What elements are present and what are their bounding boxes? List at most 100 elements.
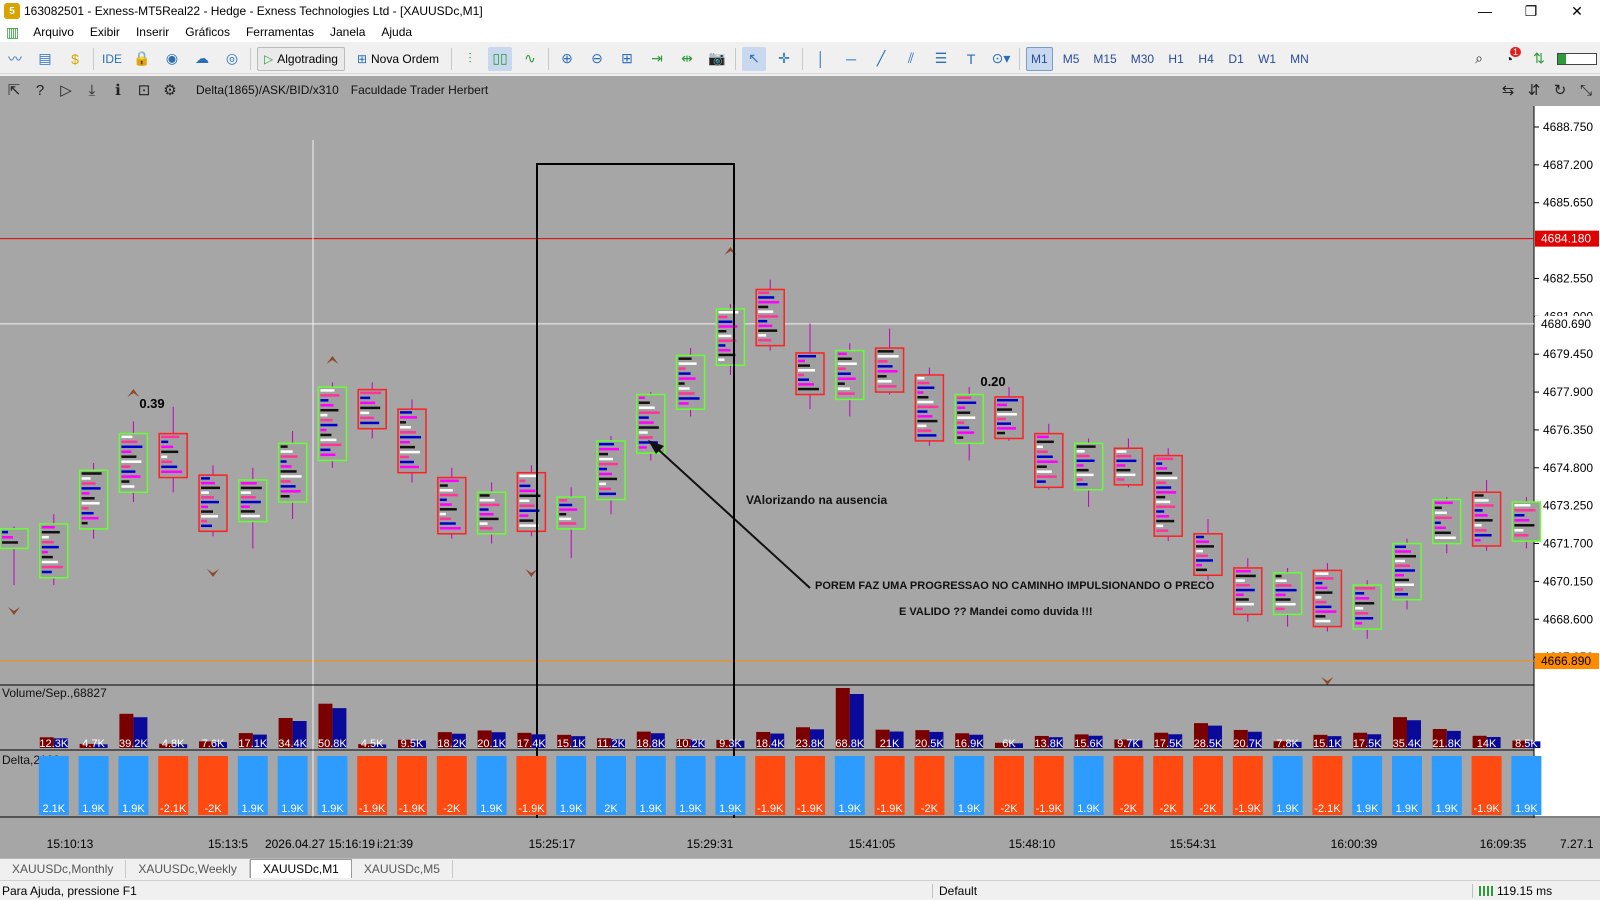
candle[interactable] (238, 467, 268, 549)
minimize-button[interactable]: — (1462, 0, 1508, 22)
line-mode-icon[interactable]: ∿ (518, 47, 542, 71)
tf-h1[interactable]: H1 (1164, 47, 1188, 71)
cloud-icon[interactable]: ☁ (190, 47, 214, 71)
dollar-icon[interactable]: $ (63, 47, 87, 71)
candle[interactable] (1113, 438, 1144, 488)
zoom-in-icon[interactable]: ⊕ (555, 47, 579, 71)
chart-type-icon[interactable]: ▤ (33, 47, 57, 71)
annotation-arrow[interactable] (649, 441, 811, 589)
screenshot-icon[interactable]: 📷 (705, 47, 729, 71)
lock-icon[interactable]: 🔒 (130, 47, 154, 71)
fibonacci-icon[interactable]: ☰ (929, 47, 953, 71)
candle[interactable] (78, 462, 109, 539)
menu-ajuda[interactable]: Ajuda (373, 25, 420, 39)
line-chart-icon[interactable]: 〰 (3, 47, 27, 71)
chart-grid-icon[interactable]: ▥ (6, 24, 19, 41)
candle[interactable] (835, 343, 865, 417)
tab-monthly[interactable]: XAUUSDc,Monthly (0, 860, 127, 878)
cursor-icon[interactable]: ↖ (742, 46, 767, 71)
tf-m5[interactable]: M5 (1059, 47, 1084, 71)
candle[interactable] (437, 467, 467, 539)
tf-m30[interactable]: M30 (1127, 47, 1158, 71)
candle[interactable] (1034, 423, 1064, 490)
auto-scroll-icon[interactable]: ⇥ (645, 47, 669, 71)
connection-icon[interactable]: ⇅ (1527, 47, 1551, 71)
vertical-line-icon[interactable]: │ (809, 47, 833, 71)
signal-icon[interactable]: ◉ (160, 47, 184, 71)
bar-chart-icon[interactable]: ⫶ (458, 47, 482, 71)
candle[interactable] (1272, 567, 1303, 627)
candle[interactable] (1073, 438, 1104, 507)
candle[interactable] (874, 328, 905, 395)
tf-m15[interactable]: M15 (1089, 47, 1120, 71)
menu-graficos[interactable]: Gráficos (177, 25, 238, 39)
candle[interactable] (1153, 448, 1183, 542)
status-profile[interactable]: Default (932, 883, 1472, 898)
channel-icon[interactable]: ⫽ (899, 47, 923, 71)
restore-button[interactable]: ❐ (1508, 0, 1554, 22)
tf-m1[interactable]: M1 (1026, 46, 1053, 71)
candle[interactable] (675, 348, 706, 417)
tf-d1[interactable]: D1 (1224, 47, 1248, 71)
tile-windows-icon[interactable]: ⊞ (615, 47, 639, 71)
candle[interactable] (118, 421, 149, 502)
candle[interactable] (914, 367, 945, 446)
status-ping[interactable]: 119.15 ms (1472, 883, 1552, 898)
tf-h4[interactable]: H4 (1194, 47, 1218, 71)
candle[interactable] (39, 514, 69, 586)
chart-shift-icon[interactable]: ⇹ (675, 47, 699, 71)
candle[interactable] (397, 399, 427, 483)
candle[interactable] (1432, 497, 1462, 554)
ide-button[interactable]: IDE (100, 47, 124, 71)
close-button[interactable]: ✕ (1554, 0, 1600, 22)
annotation-note-3: E VALIDO ?? Mandei como duvida !!! (899, 606, 1093, 618)
tab-m1[interactable]: XAUUSDc,M1 (249, 859, 352, 878)
candle[interactable] (516, 465, 547, 537)
candle[interactable] (317, 382, 348, 468)
candle[interactable] (1193, 519, 1223, 581)
candle[interactable] (198, 465, 228, 537)
candle[interactable] (755, 279, 785, 351)
candle[interactable] (357, 382, 387, 439)
price-chart[interactable]: 4688.7504687.2004685.6504682.5504681.000… (0, 76, 1600, 858)
menu-arquivo[interactable]: Arquivo (25, 25, 82, 39)
candle[interactable] (1511, 497, 1542, 549)
candle[interactable] (1233, 558, 1263, 622)
candle[interactable] (715, 304, 746, 375)
trendline-icon[interactable]: ╱ (869, 47, 893, 71)
candle[interactable] (0, 526, 29, 586)
candle[interactable] (795, 323, 825, 410)
nova-ordem-button[interactable]: ⊞ Nova Ordem (351, 47, 445, 71)
tf-w1[interactable]: W1 (1254, 47, 1280, 71)
chart-window[interactable]: ⇱ ? ▷ ⤓ ℹ ⊡ ⚙ Delta(1865)/ASK/BID/x310 F… (0, 76, 1600, 858)
tab-weekly[interactable]: XAUUSDc,Weekly (126, 860, 250, 878)
candle-chart-icon[interactable]: ▯▯ (488, 46, 513, 71)
tab-m5[interactable]: XAUUSDc,M5 (352, 860, 453, 878)
zoom-out-icon[interactable]: ⊖ (585, 47, 609, 71)
candle[interactable] (158, 406, 188, 493)
text-icon[interactable]: T (959, 47, 983, 71)
search-icon[interactable]: ⌕ (1467, 47, 1491, 71)
candle[interactable] (556, 487, 586, 559)
candle[interactable] (954, 387, 984, 461)
menu-inserir[interactable]: Inserir (128, 25, 177, 39)
candle[interactable] (994, 387, 1024, 441)
algotrading-button[interactable]: ▷ Algotrading (257, 46, 345, 71)
candle[interactable] (277, 431, 308, 520)
candle[interactable] (1352, 580, 1382, 639)
candle[interactable] (1471, 480, 1502, 551)
horizontal-line-icon[interactable]: ─ (839, 47, 863, 71)
candle[interactable] (1392, 538, 1422, 610)
candle[interactable] (596, 436, 626, 515)
notification-icon[interactable]: ◔ 1 (1497, 46, 1521, 71)
candle[interactable] (476, 482, 507, 544)
menu-exibir[interactable]: Exibir (82, 25, 128, 39)
menu-ferramentas[interactable]: Ferramentas (238, 25, 322, 39)
vps-icon[interactable]: ◎ (220, 47, 244, 71)
menu-janela[interactable]: Janela (322, 25, 373, 39)
candle[interactable] (636, 392, 666, 461)
tf-mn[interactable]: MN (1286, 47, 1313, 71)
shapes-icon[interactable]: ⊙▾ (989, 47, 1013, 71)
crosshair-icon[interactable]: ✛ (772, 47, 796, 71)
candle[interactable] (1312, 563, 1343, 632)
